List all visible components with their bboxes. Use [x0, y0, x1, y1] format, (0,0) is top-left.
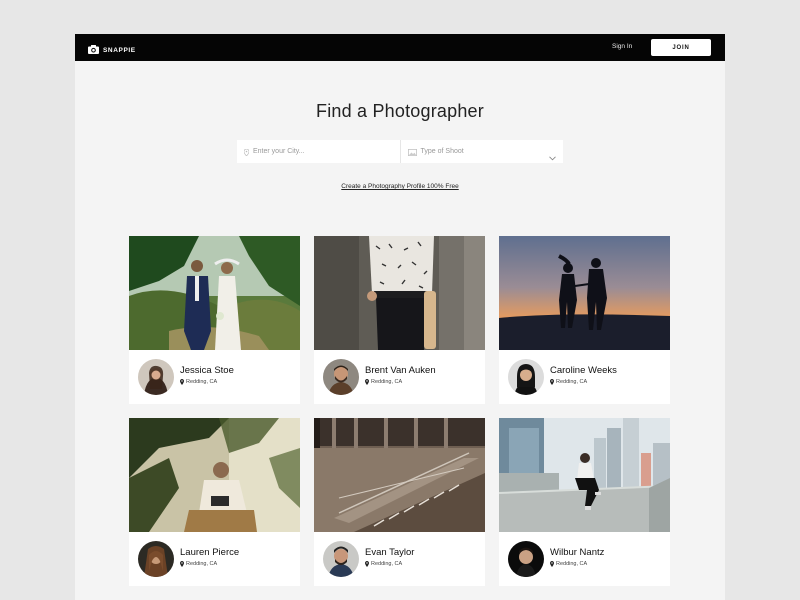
location-pin-icon — [365, 561, 369, 567]
photographer-location: Redding, CA — [550, 561, 587, 567]
photographer-name[interactable]: Wilbur Nantz — [550, 547, 604, 558]
avatar[interactable] — [508, 541, 544, 577]
photographer-location: Redding, CA — [365, 561, 402, 567]
location-text: Redding, CA — [371, 561, 403, 567]
sign-in-link[interactable]: Sign In — [612, 43, 632, 50]
photographer-name[interactable]: Brent Van Auken — [365, 365, 436, 376]
avatar[interactable] — [138, 359, 174, 395]
chevron-down-icon[interactable] — [549, 148, 556, 166]
join-button[interactable]: JOIN — [651, 39, 711, 56]
photographer-card[interactable]: Lauren Pierce Redding, CA — [129, 418, 300, 586]
camera-icon — [88, 41, 99, 59]
photographer-card[interactable]: Caroline Weeks Redding, CA — [499, 236, 670, 404]
card-photo[interactable] — [314, 418, 485, 532]
location-pin-icon — [243, 143, 250, 161]
location-pin-icon — [550, 561, 554, 567]
card-photo[interactable] — [129, 418, 300, 532]
image-icon — [407, 143, 417, 161]
search-bar: Enter your City... Type of Shoot — [237, 140, 563, 163]
photographer-name[interactable]: Jessica Stoe — [180, 365, 234, 376]
photographer-location: Redding, CA — [550, 379, 587, 385]
city-search-input[interactable]: Enter your City... — [237, 140, 401, 163]
brand-logo[interactable]: SNAPPIE — [88, 41, 136, 59]
shoot-type-select[interactable]: Type of Shoot — [401, 140, 564, 163]
page-title: Find a Photographer — [316, 101, 484, 121]
photographer-name[interactable]: Lauren Pierce — [180, 547, 239, 558]
avatar[interactable] — [323, 541, 359, 577]
location-pin-icon — [365, 379, 369, 385]
avatar[interactable] — [138, 541, 174, 577]
location-text: Redding, CA — [186, 379, 218, 385]
photographer-location: Redding, CA — [180, 561, 217, 567]
location-pin-icon — [180, 561, 184, 567]
card-photo[interactable] — [129, 236, 300, 350]
location-pin-icon — [550, 379, 554, 385]
app-window: SNAPPIE Sign In JOIN Find a Photographer… — [75, 34, 725, 600]
card-photo[interactable] — [499, 236, 670, 350]
city-placeholder: Enter your City... — [253, 148, 305, 155]
photographer-card[interactable]: Brent Van Auken Redding, CA — [314, 236, 485, 404]
navbar: SNAPPIE Sign In JOIN — [75, 34, 725, 61]
photographer-card[interactable]: Wilbur Nantz Redding, CA — [499, 418, 670, 586]
location-text: Redding, CA — [186, 561, 218, 567]
card-photo[interactable] — [499, 418, 670, 532]
photographer-name[interactable]: Caroline Weeks — [550, 365, 617, 376]
create-profile-link[interactable]: Create a Photography Profile 100% Free — [75, 183, 725, 190]
photographer-name[interactable]: Evan Taylor — [365, 547, 414, 558]
location-text: Redding, CA — [371, 379, 403, 385]
card-photo[interactable] — [314, 236, 485, 350]
photographer-card[interactable]: Evan Taylor Redding, CA — [314, 418, 485, 586]
location-text: Redding, CA — [556, 561, 588, 567]
avatar[interactable] — [323, 359, 359, 395]
avatar[interactable] — [508, 359, 544, 395]
shoot-type-placeholder: Type of Shoot — [420, 148, 464, 155]
photographer-location: Redding, CA — [180, 379, 217, 385]
location-text: Redding, CA — [556, 379, 588, 385]
photographer-card[interactable]: Jessica Stoe Redding, CA — [129, 236, 300, 404]
location-pin-icon — [180, 379, 184, 385]
photographer-location: Redding, CA — [365, 379, 402, 385]
brand-name: SNAPPIE — [103, 46, 136, 54]
